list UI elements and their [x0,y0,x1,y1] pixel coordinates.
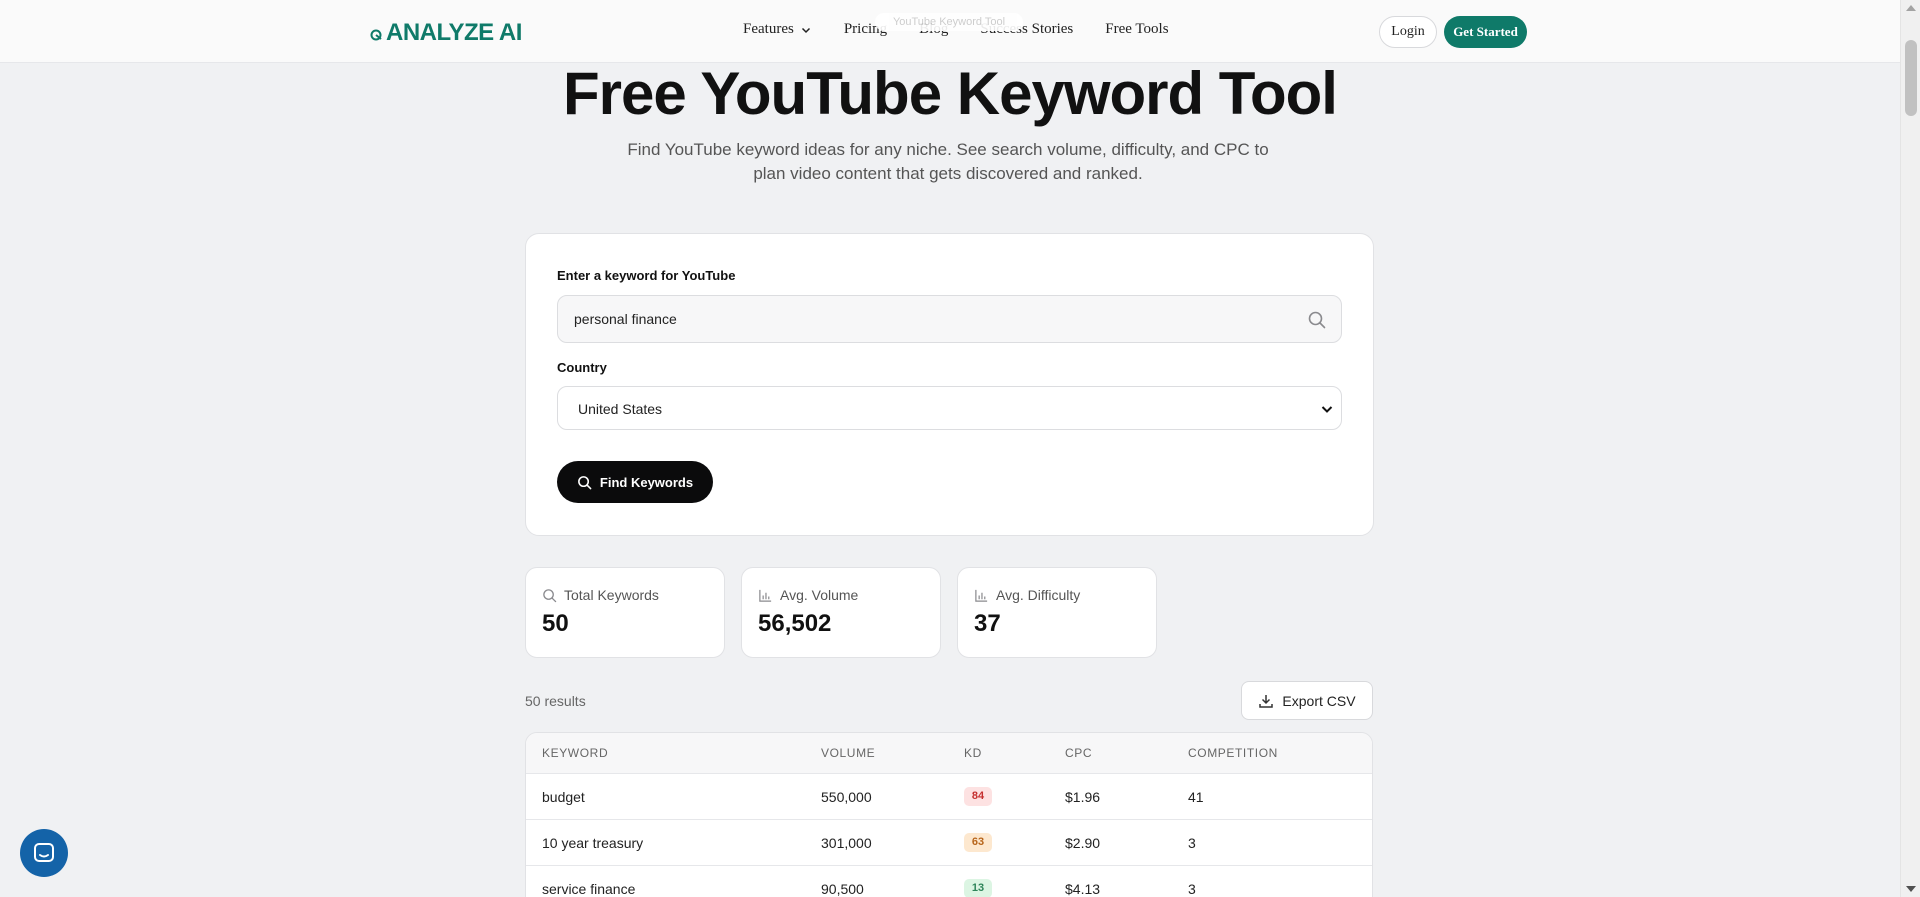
cell-keyword: 10 year treasury [542,835,644,851]
nav-free-tools[interactable]: Free Tools [1105,21,1168,38]
find-keywords-button[interactable]: Find Keywords [557,461,713,503]
header-cpc[interactable]: CPC [1065,746,1092,760]
logo-mark-icon [370,29,382,41]
stat-card-total-keywords: Total Keywords 50 [525,567,725,658]
scroll-up-arrow-icon[interactable] [1906,5,1916,11]
bar-chart-icon [759,589,772,602]
download-icon [1259,694,1274,708]
table-header-row: KEYWORD VOLUME KD CPC COMPETITION [526,733,1372,774]
header-volume[interactable]: VOLUME [821,746,875,760]
chat-launcher-button[interactable] [20,829,68,877]
keyword-results-table: KEYWORD VOLUME KD CPC COMPETITION budget… [525,732,1373,897]
scroll-down-arrow-icon[interactable] [1906,886,1916,892]
page-scrollbar[interactable] [1900,0,1920,897]
stat-label: Avg. Difficulty [996,587,1081,603]
page-title: Free YouTube Keyword Tool [563,60,1338,127]
search-icon [1308,311,1326,329]
header-kd[interactable]: KD [964,746,982,760]
logo-text: ANALYZE AI [386,19,522,46]
cell-cpc: $1.96 [1065,789,1101,805]
login-button[interactable]: Login [1379,16,1437,48]
stat-label: Total Keywords [564,587,659,603]
page-subtitle: Find YouTube keyword ideas for any niche… [627,140,1269,183]
keyword-field-label: Enter a keyword for YouTube [557,268,736,283]
stat-value: 37 [974,610,1001,637]
chevron-down-icon [801,27,810,33]
stat-card-avg-volume: Avg. Volume 56,502 [741,567,941,658]
stat-header: Total Keywords [542,587,659,603]
nav-features-label: Features [743,21,794,37]
table-row[interactable]: budget 550,000 84 $1.96 41 [526,774,1372,820]
nav-features[interactable]: Features [743,21,812,38]
header-competition[interactable]: COMPETITION [1188,746,1278,760]
cell-cpc: $2.90 [1065,835,1101,851]
top-navbar: ANALYZE AI Features Pricing Blog Success… [0,0,1900,63]
page-tag-overlay: YouTube Keyword Tool [875,13,1023,31]
scrollbar-thumb[interactable] [1905,40,1917,116]
kd-badge-high: 84 [964,787,992,806]
stat-value: 56,502 [758,610,832,637]
keyword-input[interactable]: personal finance [557,295,1342,343]
cell-keyword: service finance [542,881,636,897]
bar-chart-icon [975,589,988,602]
find-keywords-label: Find Keywords [599,474,694,490]
search-icon [577,475,592,489]
cell-cpc: $4.13 [1065,881,1101,897]
stat-label: Avg. Volume [780,587,859,603]
kd-badge-low: 13 [964,879,992,897]
country-field-label: Country [557,360,607,375]
chat-icon [34,843,54,862]
keyword-input-value: personal finance [574,311,677,327]
export-csv-button[interactable]: Export CSV [1241,681,1373,720]
cell-volume: 301,000 [821,835,872,851]
country-select-value: United States [578,401,663,417]
cell-volume: 90,500 [821,881,864,897]
stat-header: Avg. Volume [758,587,858,603]
country-select[interactable]: United States [557,386,1342,430]
table-row[interactable]: 10 year treasury 301,000 63 $2.90 3 [526,820,1372,866]
kd-badge-medium: 63 [964,833,992,852]
cell-competition: 3 [1188,881,1196,897]
cell-volume: 550,000 [821,789,872,805]
cell-competition: 3 [1188,835,1196,851]
chevron-down-icon [1321,406,1333,413]
keyword-search-card: Enter a keyword for YouTube personal fin… [525,233,1374,536]
brand-logo[interactable]: ANALYZE AI [370,19,522,47]
get-started-button[interactable]: Get Started [1444,16,1527,48]
stat-value: 50 [542,610,569,637]
header-keyword[interactable]: KEYWORD [542,746,608,760]
cell-competition: 41 [1188,789,1204,805]
results-count: 50 results [525,693,586,709]
search-icon [543,588,557,602]
cell-keyword: budget [542,789,585,805]
export-csv-label: Export CSV [1282,692,1356,709]
table-row[interactable]: service finance 90,500 13 $4.13 3 [526,866,1372,897]
stat-header: Avg. Difficulty [974,587,1080,603]
stat-card-avg-difficulty: Avg. Difficulty 37 [957,567,1157,658]
